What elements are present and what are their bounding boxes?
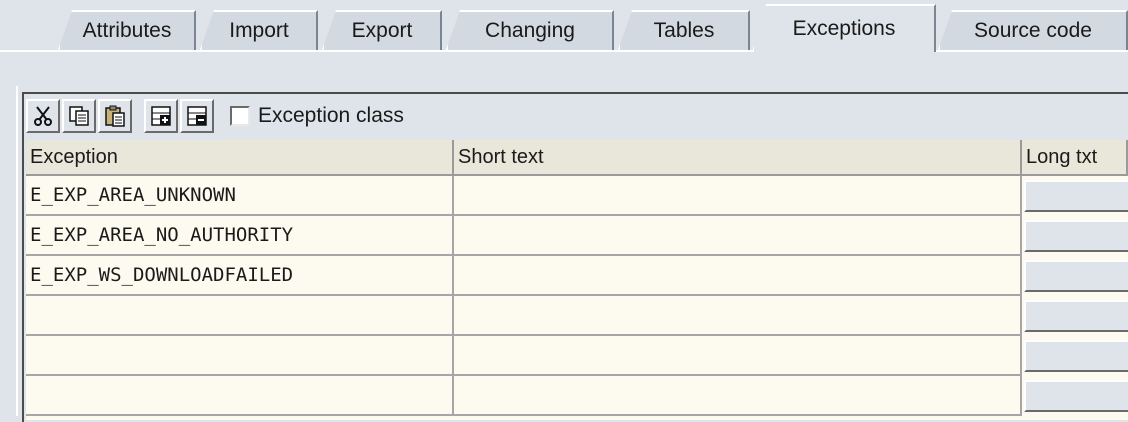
column-header-exception[interactable]: Exception <box>26 140 454 176</box>
tab-label: Import <box>229 19 289 42</box>
column-header-long-text[interactable]: Long txt <box>1022 140 1128 176</box>
short-text-cell[interactable] <box>454 256 1022 296</box>
tab-export[interactable]: Export <box>322 10 442 50</box>
short-text-cell[interactable] <box>454 296 1022 336</box>
tab-exceptions[interactable]: Exceptions <box>752 4 936 52</box>
exception-cell[interactable] <box>26 296 454 336</box>
exception-class-label: Exception class <box>258 104 404 127</box>
long-text-button[interactable] <box>1024 340 1128 372</box>
grid-toolbar: Exception class <box>26 96 1126 136</box>
exception-cell[interactable]: E_EXP_WS_DOWNLOADFAILED <box>26 256 454 296</box>
paste-icon <box>105 105 125 127</box>
tab-source-code[interactable]: Source code <box>938 10 1128 50</box>
table-row: E_EXP_AREA_UNKNOWN <box>26 176 1128 216</box>
copy-button[interactable] <box>62 99 96 133</box>
exception-cell[interactable]: E_EXP_AREA_UNKNOWN <box>26 176 454 216</box>
table-row <box>26 296 1128 336</box>
insert-row-button[interactable] <box>144 99 178 133</box>
short-text-cell[interactable] <box>454 176 1022 216</box>
long-text-button[interactable] <box>1024 220 1128 252</box>
table-row: E_EXP_AREA_NO_AUTHORITY <box>26 216 1128 256</box>
tab-changing[interactable]: Changing <box>446 10 614 50</box>
cut-button[interactable] <box>26 99 60 133</box>
insert-row-icon <box>151 106 171 126</box>
tab-tables[interactable]: Tables <box>618 10 750 50</box>
short-text-cell[interactable] <box>454 336 1022 376</box>
long-text-button[interactable] <box>1024 260 1128 292</box>
short-text-cell[interactable] <box>454 216 1022 256</box>
exception-cell[interactable]: E_EXP_AREA_NO_AUTHORITY <box>26 216 454 256</box>
tab-import[interactable]: Import <box>200 10 318 50</box>
tab-label: Changing <box>485 19 575 42</box>
table-row <box>26 376 1128 416</box>
delete-row-button[interactable] <box>180 99 214 133</box>
tab-label: Attributes <box>82 19 172 42</box>
tab-attributes[interactable]: Attributes <box>58 10 196 50</box>
tab-label: Tables <box>653 19 715 42</box>
table-row <box>26 336 1128 376</box>
long-text-button[interactable] <box>1024 380 1128 412</box>
tab-label: Export <box>351 19 413 42</box>
long-text-button[interactable] <box>1024 180 1128 212</box>
short-text-cell[interactable] <box>454 376 1022 416</box>
exception-class-toggle[interactable]: Exception class <box>230 104 404 128</box>
copy-icon <box>69 106 89 126</box>
exception-class-checkbox[interactable] <box>230 106 250 126</box>
cut-icon <box>34 106 52 126</box>
tab-label: Source code <box>974 19 1092 42</box>
tab-label: Exceptions <box>792 17 896 40</box>
exception-cell[interactable] <box>26 336 454 376</box>
long-text-button[interactable] <box>1024 300 1128 332</box>
tab-strip: Attributes Import Export Changing Tables… <box>0 0 1128 52</box>
exceptions-table: Exception Short text Long txt E_EXP_AREA… <box>26 140 1128 420</box>
table-row: E_EXP_WS_DOWNLOADFAILED <box>26 256 1128 296</box>
column-header-short-text[interactable]: Short text <box>454 140 1022 176</box>
exception-cell[interactable] <box>26 376 454 416</box>
delete-row-icon <box>187 106 207 126</box>
paste-button[interactable] <box>98 99 132 133</box>
tab-underline <box>0 50 1128 52</box>
